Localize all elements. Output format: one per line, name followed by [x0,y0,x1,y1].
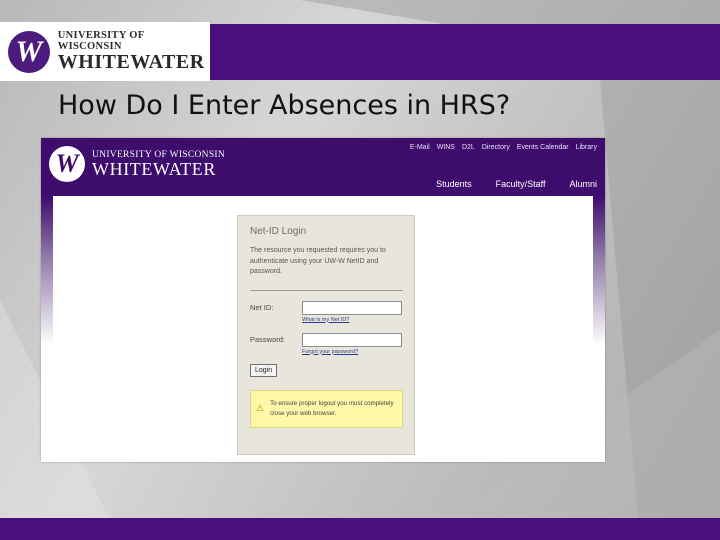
util-link-d2l[interactable]: D2L [462,144,475,151]
login-button[interactable]: Login [250,363,278,377]
slide-title: How Do I Enter Absences in HRS? [58,90,511,121]
footer-bar [0,518,720,540]
util-link-email[interactable]: E-Mail [410,144,430,151]
logo-line2: WHITEWATER [57,51,205,73]
logout-notice: ⚠ To ensure proper logout you must compl… [250,389,403,428]
w-logo-icon: W [8,30,50,73]
logo-line1: UNIVERSITY OF WISCONSIN [57,30,145,52]
netid-label: Net ID: [250,303,274,312]
nav-students[interactable]: Students [436,179,472,189]
right-fade [593,196,605,346]
logo-text: UNIVERSITY OF WISCONSIN WHITEWATER [58,30,210,73]
login-panel: Net-ID Login The resource you requested … [237,215,415,455]
university-logo: W UNIVERSITY OF WISCONSIN WHITEWATER [0,22,210,81]
left-fade [41,196,53,346]
site-w-logo-icon: W [49,146,85,182]
divider [250,289,403,291]
util-link-events-calendar[interactable]: Events Calendar [517,144,569,151]
netid-row: Net ID: [250,300,402,315]
site-logo-line2: WHITEWATER [92,158,216,179]
util-link-library[interactable]: Library [576,144,597,151]
netid-help-link[interactable]: What is my Net ID? [302,317,402,323]
util-link-wins[interactable]: WINS [437,144,455,151]
main-nav: Students Faculty/Staff Alumni [436,179,597,189]
site-logo[interactable]: W UNIVERSITY OF WISCONSIN WHITEWATER [49,146,225,182]
password-input[interactable] [302,332,402,347]
login-title: Net-ID Login [250,226,307,237]
header-bar [210,24,720,80]
login-message: The resource you requested requires you … [250,247,386,275]
netid-input[interactable] [302,300,402,315]
password-row: Password: [250,332,402,347]
nav-alumni[interactable]: Alumni [569,179,597,189]
nav-faculty-staff[interactable]: Faculty/Staff [496,179,546,189]
password-label: Password: [250,335,286,344]
util-link-directory[interactable]: Directory [482,144,510,151]
utility-links: E-Mail WINS D2L Directory Events Calenda… [410,144,597,151]
site-logo-text: UNIVERSITY OF WISCONSIN WHITEWATER [92,150,225,179]
forgot-password-link[interactable]: Forgot your password? [302,349,402,355]
notice-text: To ensure proper logout you must complet… [270,399,394,417]
warning-icon: ⚠ [256,403,265,413]
login-page-screenshot: W UNIVERSITY OF WISCONSIN WHITEWATER E-M… [41,138,605,462]
